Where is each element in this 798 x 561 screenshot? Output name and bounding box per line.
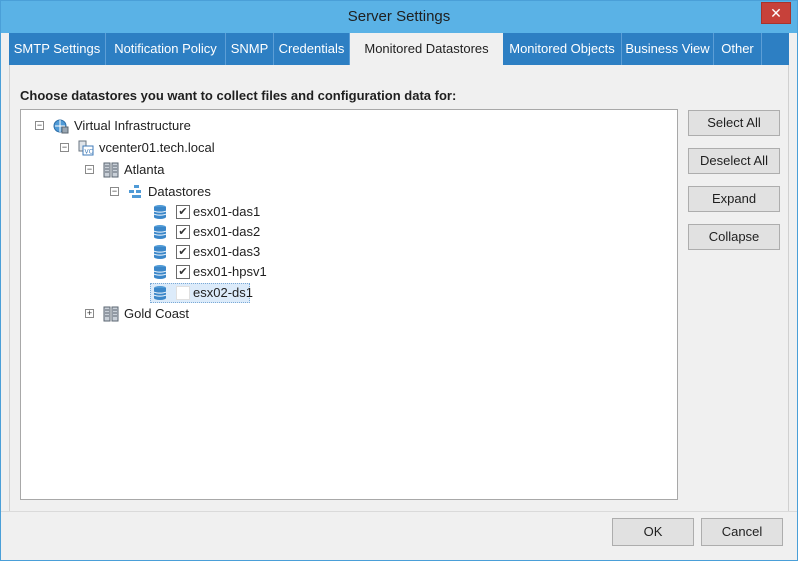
ok-button[interactable]: OK [612, 518, 694, 546]
datastore-checkbox[interactable]: ✔ [176, 245, 190, 259]
datastore-label: esx01-das2 [193, 224, 261, 239]
tab-snmp[interactable]: SNMP [226, 33, 274, 65]
datastore-checkbox[interactable] [176, 286, 190, 300]
datastore-label: esx02-ds1 [193, 285, 253, 300]
tree-node-label: Datastores [148, 184, 211, 199]
tree-item-datastore[interactable]: ✔ esx01-das2 [21, 222, 321, 242]
tab-notification-policy[interactable]: Notification Policy [106, 33, 226, 65]
tree-node-vcenter[interactable]: − VC vcenter01.tech.local [21, 138, 321, 158]
instruction-text: Choose datastores you want to collect fi… [20, 88, 457, 103]
datastore-label: esx01-hpsv1 [193, 264, 267, 279]
globe-icon [53, 118, 69, 134]
tab-monitored-objects[interactable]: Monitored Objects [503, 33, 622, 65]
collapse-toggle[interactable]: − [60, 143, 69, 152]
vcenter-icon: VC [78, 140, 94, 156]
collapse-button[interactable]: Collapse [688, 224, 780, 250]
tab-credentials[interactable]: Credentials [274, 33, 350, 65]
tree-item-datastore[interactable]: ✔ esx01-das3 [21, 242, 321, 262]
tree-node-label: vcenter01.tech.local [99, 140, 215, 155]
datastore-checkbox[interactable]: ✔ [176, 265, 190, 279]
tree-node-datastores[interactable]: − Datastores [21, 182, 321, 202]
tab-strip: SMTP Settings Notification Policy SNMP C… [9, 33, 789, 66]
tree-item-datastore[interactable]: ✔ esx01-das1 [21, 202, 321, 222]
collapse-toggle[interactable]: − [85, 165, 94, 174]
title-bar[interactable]: Server Settings ✕ [1, 1, 797, 33]
datastore-icon [153, 224, 169, 240]
collapse-toggle[interactable]: − [35, 121, 44, 130]
tree-node-label: Gold Coast [124, 306, 190, 321]
tree-node-virtual-infrastructure[interactable]: − Virtual Infrastructure [21, 116, 321, 136]
datacenter-icon [103, 162, 119, 178]
datastore-icon [153, 204, 169, 220]
server-settings-window: Server Settings ✕ SMTP Settings Notifica… [0, 0, 798, 561]
datastore-tree[interactable]: − Virtual Infrastructure − VC vcenter01.… [20, 109, 678, 500]
datastore-label: esx01-das1 [193, 204, 261, 219]
tree-node-atlanta[interactable]: − Atlanta [21, 160, 321, 180]
datastore-icon [153, 264, 169, 280]
cancel-button[interactable]: Cancel [701, 518, 783, 546]
datastore-icon [153, 285, 169, 301]
tab-other[interactable]: Other [714, 33, 762, 65]
tree-node-label: Virtual Infrastructure [74, 118, 191, 133]
collapse-toggle[interactable]: − [110, 187, 119, 196]
datastore-checkbox[interactable]: ✔ [176, 225, 190, 239]
window-title: Server Settings [347, 8, 451, 25]
close-button[interactable]: ✕ [761, 2, 791, 24]
tab-business-view[interactable]: Business View [622, 33, 714, 65]
datacenter-icon [103, 306, 119, 322]
tree-item-datastore[interactable]: ✔ esx01-hpsv1 [21, 262, 321, 282]
svg-text:VC: VC [85, 149, 93, 156]
tree-item-datastore-selected[interactable]: esx02-ds1 [21, 283, 321, 303]
select-all-button[interactable]: Select All [688, 110, 780, 136]
tree-node-gold-coast[interactable]: + Gold Coast [21, 304, 321, 324]
tab-smtp-settings[interactable]: SMTP Settings [9, 33, 106, 65]
deselect-all-button[interactable]: Deselect All [688, 148, 780, 174]
expand-toggle[interactable]: + [85, 309, 94, 318]
datastore-icon [153, 244, 169, 260]
footer-divider [1, 511, 797, 512]
datastore-label: esx01-das3 [193, 244, 261, 259]
tab-monitored-datastores[interactable]: Monitored Datastores [350, 33, 503, 66]
expand-button[interactable]: Expand [688, 186, 780, 212]
tree-node-label: Atlanta [124, 162, 165, 177]
datastore-checkbox[interactable]: ✔ [176, 205, 190, 219]
datastores-folder-icon [128, 184, 144, 200]
